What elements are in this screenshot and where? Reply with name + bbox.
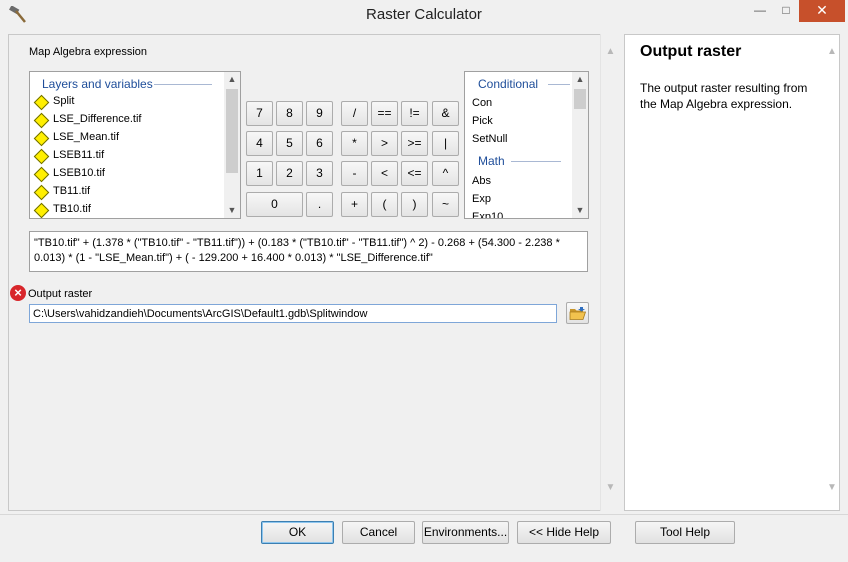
layers-header: Layers and variables <box>42 77 153 91</box>
close-button[interactable]: ✕ <box>799 0 845 22</box>
title-bar: Raster Calculator — □ ✕ <box>0 0 848 30</box>
tool-help-button[interactable]: Tool Help <box>635 521 735 544</box>
key-less[interactable]: < <box>371 161 398 186</box>
key-4[interactable]: 4 <box>246 131 273 156</box>
close-icon: ✕ <box>816 2 828 18</box>
function-item-pick[interactable]: Pick <box>472 115 493 127</box>
conditional-header: Conditional <box>478 77 539 91</box>
conditional-header-line <box>548 84 570 85</box>
scroll-up-icon[interactable]: ▲ <box>572 72 588 87</box>
key-greater[interactable]: > <box>371 131 398 156</box>
minimize-icon: — <box>754 3 766 17</box>
key-multiply[interactable]: * <box>341 131 368 156</box>
key-or[interactable]: | <box>432 131 459 156</box>
key-open-paren[interactable]: ( <box>371 192 398 217</box>
layer-diamond-icon <box>33 94 50 111</box>
layer-diamond-icon <box>33 112 50 129</box>
ok-button[interactable]: OK <box>261 521 334 544</box>
key-decimal[interactable]: . <box>306 192 333 217</box>
key-greater-equal[interactable]: >= <box>401 131 428 156</box>
key-8[interactable]: 8 <box>276 101 303 126</box>
key-plus[interactable]: + <box>341 192 368 217</box>
layer-diamond-icon <box>33 166 50 183</box>
scroll-down-icon[interactable]: ▼ <box>224 203 240 218</box>
help-scrollbar[interactable]: ▲ ▼ <box>824 34 840 511</box>
layer-diamond-icon <box>33 184 50 201</box>
key-minus[interactable]: - <box>341 161 368 186</box>
scroll-thumb[interactable] <box>574 89 586 109</box>
window-title: Raster Calculator <box>366 6 482 23</box>
key-3[interactable]: 3 <box>306 161 333 186</box>
error-icon: × <box>10 285 26 301</box>
scroll-up-icon[interactable]: ▲ <box>824 46 840 57</box>
help-title: Output raster <box>640 43 742 60</box>
key-2[interactable]: 2 <box>276 161 303 186</box>
footer-separator <box>0 514 848 515</box>
key-not[interactable]: ~ <box>432 192 459 217</box>
scroll-thumb[interactable] <box>226 89 238 173</box>
functions-list[interactable]: Conditional Con Pick SetNull Math Abs Ex… <box>464 71 589 219</box>
key-and[interactable]: & <box>432 101 459 126</box>
output-raster-input[interactable] <box>29 304 557 323</box>
key-equal[interactable]: == <box>371 101 398 126</box>
cancel-button[interactable]: Cancel <box>342 521 415 544</box>
scroll-down-icon[interactable]: ▼ <box>601 482 620 493</box>
key-close-paren[interactable]: ) <box>401 192 428 217</box>
help-panel: Output raster The output raster resultin… <box>624 34 840 511</box>
key-1[interactable]: 1 <box>246 161 273 186</box>
key-6[interactable]: 6 <box>306 131 333 156</box>
hide-help-button[interactable]: << Hide Help <box>517 521 611 544</box>
math-header-line <box>511 161 561 162</box>
scroll-down-icon[interactable]: ▼ <box>572 203 588 218</box>
function-item-abs[interactable]: Abs <box>472 175 491 187</box>
output-raster-label: Output raster <box>28 288 93 300</box>
maximize-button[interactable]: □ <box>773 0 799 22</box>
scroll-up-icon[interactable]: ▲ <box>601 46 620 57</box>
layers-list[interactable]: Layers and variables Split LSE_Differenc… <box>29 71 241 219</box>
key-power[interactable]: ^ <box>432 161 459 186</box>
maximize-icon: □ <box>782 3 790 17</box>
key-9[interactable]: 9 <box>306 101 333 126</box>
folder-open-icon <box>569 307 587 320</box>
expression-textbox[interactable]: "TB10.tif" + (1.378 * ("TB10.tif" - "TB1… <box>29 231 588 272</box>
help-text: The output raster resulting from the Map… <box>640 81 808 111</box>
browse-button[interactable] <box>566 302 589 324</box>
layer-diamond-icon <box>33 148 50 165</box>
environments-button[interactable]: Environments... <box>422 521 509 544</box>
scroll-down-icon[interactable]: ▼ <box>824 482 840 493</box>
math-header: Math <box>478 154 505 168</box>
function-item-exp[interactable]: Exp <box>472 193 491 205</box>
scroll-up-icon[interactable]: ▲ <box>224 72 240 87</box>
main-scrollbar[interactable]: ▲ ▼ <box>600 34 620 511</box>
key-divide[interactable]: / <box>341 101 368 126</box>
layer-diamond-icon <box>33 202 50 218</box>
key-0[interactable]: 0 <box>246 192 303 217</box>
function-item-exp10[interactable]: Exp10 <box>472 211 503 218</box>
expression-label: Map Algebra expression <box>29 46 148 58</box>
functions-scrollbar[interactable]: ▲ ▼ <box>572 72 588 218</box>
key-7[interactable]: 7 <box>246 101 273 126</box>
layers-header-line <box>154 84 212 85</box>
function-item-setnull[interactable]: SetNull <box>472 133 507 145</box>
layer-diamond-icon <box>33 130 50 147</box>
minimize-button[interactable]: — <box>747 0 773 22</box>
function-item-con[interactable]: Con <box>472 97 492 109</box>
key-5[interactable]: 5 <box>276 131 303 156</box>
key-not-equal[interactable]: != <box>401 101 428 126</box>
key-less-equal[interactable]: <= <box>401 161 428 186</box>
layers-scrollbar[interactable]: ▲ ▼ <box>224 72 240 218</box>
